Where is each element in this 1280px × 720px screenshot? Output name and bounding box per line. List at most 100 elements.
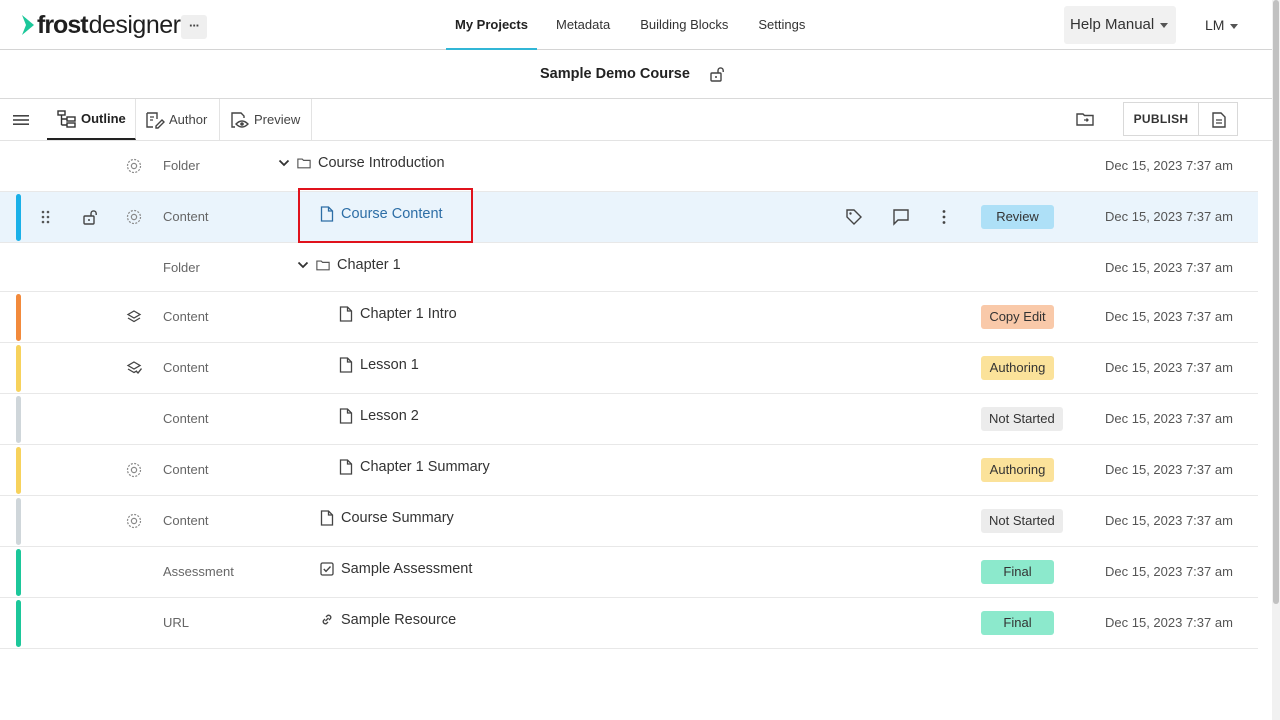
tab-preview[interactable]: Preview (220, 99, 312, 140)
status-badge[interactable]: Not Started (981, 509, 1063, 533)
chevron-down-icon[interactable] (297, 259, 309, 271)
status-stripe (16, 600, 21, 647)
kebab-menu-icon[interactable] (935, 208, 953, 226)
drag-handle-icon[interactable] (40, 210, 52, 224)
outline-tree-icon (57, 109, 76, 128)
highlight-box (298, 188, 473, 243)
outline-list: Folder Course Introduction Dec 15, 2023 … (0, 141, 1258, 649)
logo-designer-text: designer (88, 10, 181, 39)
user-menu[interactable]: LM (1205, 6, 1239, 44)
item-title[interactable]: Sample Resource (320, 612, 456, 628)
status-badge[interactable]: Final (981, 560, 1054, 584)
tab-outline[interactable]: Outline (47, 99, 136, 140)
folder-move-icon[interactable] (1076, 110, 1094, 128)
modified-date: Dec 15, 2023 7:37 am (1105, 615, 1233, 630)
unlock-icon[interactable] (82, 209, 98, 225)
item-type-label: Content (163, 462, 209, 477)
item-type-label: Assessment (163, 564, 234, 579)
list-item-selected[interactable]: Content Course Content Review Dec 15, 20… (0, 192, 1258, 243)
logo-frost-text: frost (37, 10, 89, 39)
list-item[interactable]: Content Chapter 1 Summary Authoring Dec … (0, 445, 1258, 496)
status-stripe (16, 549, 21, 596)
comment-icon[interactable] (892, 208, 910, 226)
page-icon (320, 510, 334, 526)
chevron-down-icon[interactable] (278, 157, 290, 169)
more-options-button[interactable]: ··· (181, 15, 207, 39)
item-title-text: Course Introduction (318, 155, 445, 171)
help-manual-label: Help Manual (1070, 16, 1155, 33)
modified-date: Dec 15, 2023 7:37 am (1105, 462, 1233, 477)
page-icon (339, 357, 353, 373)
list-item[interactable]: Content Chapter 1 Intro Copy Edit Dec 15… (0, 292, 1258, 343)
layers-icon (126, 310, 142, 323)
gear-badge-icon (126, 158, 142, 174)
item-title[interactable]: Sample Assessment (320, 561, 472, 577)
item-title[interactable]: Chapter 1 (297, 257, 401, 273)
gear-badge-icon (126, 462, 142, 478)
publish-button[interactable]: PUBLISH (1123, 102, 1199, 136)
list-item[interactable]: Assessment Sample Assessment Final Dec 1… (0, 547, 1258, 598)
item-title[interactable]: Lesson 2 (339, 408, 419, 424)
list-item[interactable]: URL Sample Resource Final Dec 15, 2023 7… (0, 598, 1258, 649)
page-icon (339, 306, 353, 322)
item-title[interactable]: Chapter 1 Intro (339, 306, 457, 322)
item-type-label: Folder (163, 260, 200, 275)
status-badge[interactable]: Not Started (981, 407, 1063, 431)
nav-settings[interactable]: Settings (743, 0, 820, 50)
tab-author[interactable]: Author (136, 99, 220, 140)
item-title[interactable]: Chapter 1 Summary (339, 459, 490, 475)
status-stripe (16, 294, 21, 341)
list-item[interactable]: Content Lesson 2 Not Started Dec 15, 202… (0, 394, 1258, 445)
modified-date: Dec 15, 2023 7:37 am (1105, 564, 1233, 579)
modified-date: Dec 15, 2023 7:37 am (1105, 309, 1233, 324)
unlock-icon[interactable] (709, 66, 725, 82)
modified-date: Dec 15, 2023 7:37 am (1105, 158, 1233, 173)
layers-check-icon (126, 361, 142, 375)
modified-date: Dec 15, 2023 7:37 am (1105, 260, 1233, 275)
main-nav: My Projects Metadata Building Blocks Set… (446, 0, 820, 50)
list-item[interactable]: Folder Course Introduction Dec 15, 2023 … (0, 141, 1258, 192)
view-toolbar: Outline Author Preview PUBLISH (0, 99, 1272, 141)
nav-building-blocks[interactable]: Building Blocks (625, 0, 743, 50)
document-report-button[interactable] (1198, 102, 1238, 136)
status-badge[interactable]: Final (981, 611, 1054, 635)
list-item[interactable]: Content Course Summary Not Started Dec 1… (0, 496, 1258, 547)
caret-down-icon (1230, 23, 1239, 29)
modified-date: Dec 15, 2023 7:37 am (1105, 209, 1233, 224)
item-title-text: Lesson 1 (360, 357, 419, 373)
status-stripe (16, 345, 21, 392)
status-badge[interactable]: Authoring (981, 458, 1054, 482)
caret-down-icon (1160, 22, 1169, 28)
item-type-label: Content (163, 360, 209, 375)
tab-preview-label: Preview (254, 112, 301, 127)
status-badge[interactable]: Review (981, 205, 1054, 229)
scrollbar-thumb[interactable] (1273, 0, 1279, 604)
tab-outline-label: Outline (81, 111, 126, 126)
item-type-label: URL (163, 615, 190, 630)
nav-my-projects[interactable]: My Projects (446, 0, 537, 50)
status-stripe (16, 498, 21, 545)
preview-eye-icon (231, 111, 249, 128)
course-title: Sample Demo Course (540, 66, 690, 82)
link-icon (322, 614, 332, 625)
document-icon (1212, 112, 1226, 128)
user-initials: LM (1205, 17, 1225, 33)
item-title[interactable]: Course Summary (320, 510, 454, 526)
menu-icon[interactable] (13, 112, 29, 128)
item-title[interactable]: Lesson 1 (339, 357, 419, 373)
status-stripe (16, 447, 21, 494)
help-manual-dropdown[interactable]: Help Manual (1064, 6, 1176, 44)
nav-metadata[interactable]: Metadata (541, 0, 625, 50)
item-title[interactable]: Course Introduction (278, 155, 445, 171)
item-type-label: Content (163, 209, 209, 224)
tag-icon[interactable] (845, 208, 863, 226)
item-title-text: Lesson 2 (360, 408, 419, 424)
vertical-scrollbar[interactable] (1272, 0, 1280, 720)
list-item[interactable]: Folder Chapter 1 Dec 15, 2023 7:37 am (0, 243, 1258, 292)
status-badge[interactable]: Copy Edit (981, 305, 1054, 329)
frost-designer-logo[interactable]: frost designer (21, 10, 181, 39)
list-item[interactable]: Content Lesson 1 Authoring Dec 15, 2023 … (0, 343, 1258, 394)
modified-date: Dec 15, 2023 7:37 am (1105, 513, 1233, 528)
status-badge[interactable]: Authoring (981, 356, 1054, 380)
item-title-text: Chapter 1 Intro (360, 306, 457, 322)
